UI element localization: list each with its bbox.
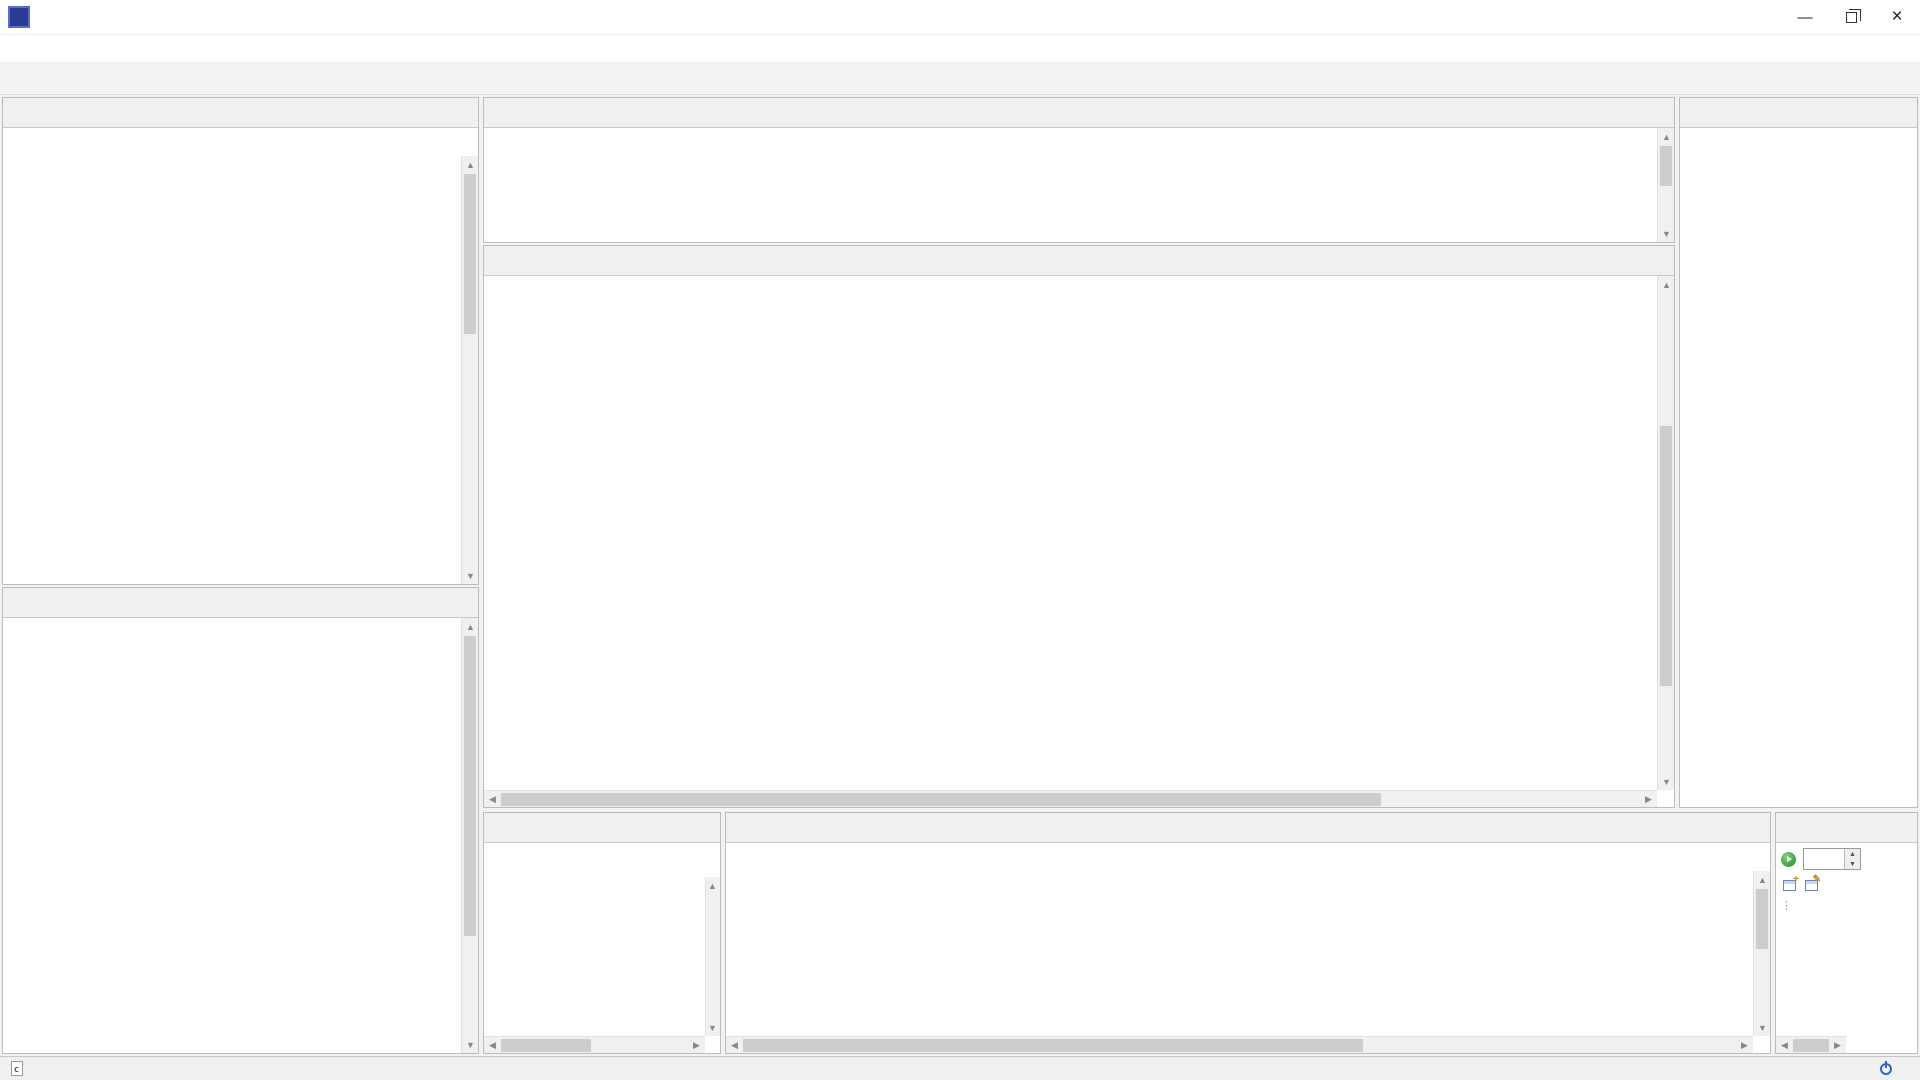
properties-vscrollbar[interactable]: ▲ ▼: [705, 877, 720, 1036]
probe-power-icon[interactable]: [1877, 1060, 1894, 1077]
heap-stack-view: ▲▼ ⋮ ◀ ▶: [1775, 812, 1918, 1054]
menu-bar: [0, 35, 1920, 62]
console-vscrollbar[interactable]: ▲ ▼: [1753, 871, 1770, 1036]
edit-view-icon[interactable]: [1803, 877, 1820, 894]
spin-up-icon[interactable]: ▲: [1845, 849, 1860, 859]
app-logo-icon: [8, 6, 30, 28]
debug-view: ▲ ▼: [483, 97, 1675, 243]
refresh-interval-spinner[interactable]: ▲▼: [1803, 848, 1861, 870]
window-controls: — ×: [1782, 0, 1920, 34]
editor-view: ▲ ▼ ◀ ▶: [483, 245, 1675, 808]
project-explorer-view: ▲ ▼: [2, 97, 479, 585]
run-update-icon[interactable]: [1780, 851, 1797, 868]
heap-stack-hscrollbar[interactable]: ◀ ▶: [1776, 1036, 1846, 1053]
console-view: ▲ ▼ ◀ ▶: [725, 812, 1771, 1054]
console-process-label: [726, 871, 1770, 880]
properties-view: ▲ ▼ ◀ ▶: [483, 812, 721, 1054]
console-output[interactable]: [726, 899, 1753, 1036]
project-explorer-scrollbar[interactable]: ▲ ▼: [461, 156, 478, 584]
minimize-button[interactable]: —: [1782, 0, 1828, 34]
editor-vscrollbar[interactable]: ▲ ▼: [1657, 276, 1674, 790]
console-hscrollbar[interactable]: ◀ ▶: [726, 1036, 1753, 1053]
debug-scrollbar[interactable]: ▲ ▼: [1657, 128, 1674, 242]
main-toolbar: [0, 62, 1920, 95]
title-bar: — ×: [0, 0, 1920, 35]
spin-down-icon[interactable]: ▼: [1845, 859, 1860, 869]
restore-button[interactable]: [1828, 0, 1874, 34]
editor-hscrollbar[interactable]: ◀ ▶: [484, 790, 1657, 807]
status-bar: c: [0, 1056, 1920, 1080]
properties-resource-title: [484, 843, 720, 855]
outline-view: [1679, 97, 1918, 808]
quickstart-scrollbar[interactable]: ▲ ▼: [461, 618, 478, 1053]
close-button[interactable]: ×: [1874, 0, 1920, 34]
properties-hscrollbar[interactable]: ◀ ▶: [484, 1036, 705, 1053]
code-editor[interactable]: [484, 276, 1657, 790]
file-icon: c: [8, 1060, 25, 1077]
new-view-icon[interactable]: [1781, 877, 1798, 894]
quickstart-view: ▲ ▼: [2, 587, 479, 1054]
